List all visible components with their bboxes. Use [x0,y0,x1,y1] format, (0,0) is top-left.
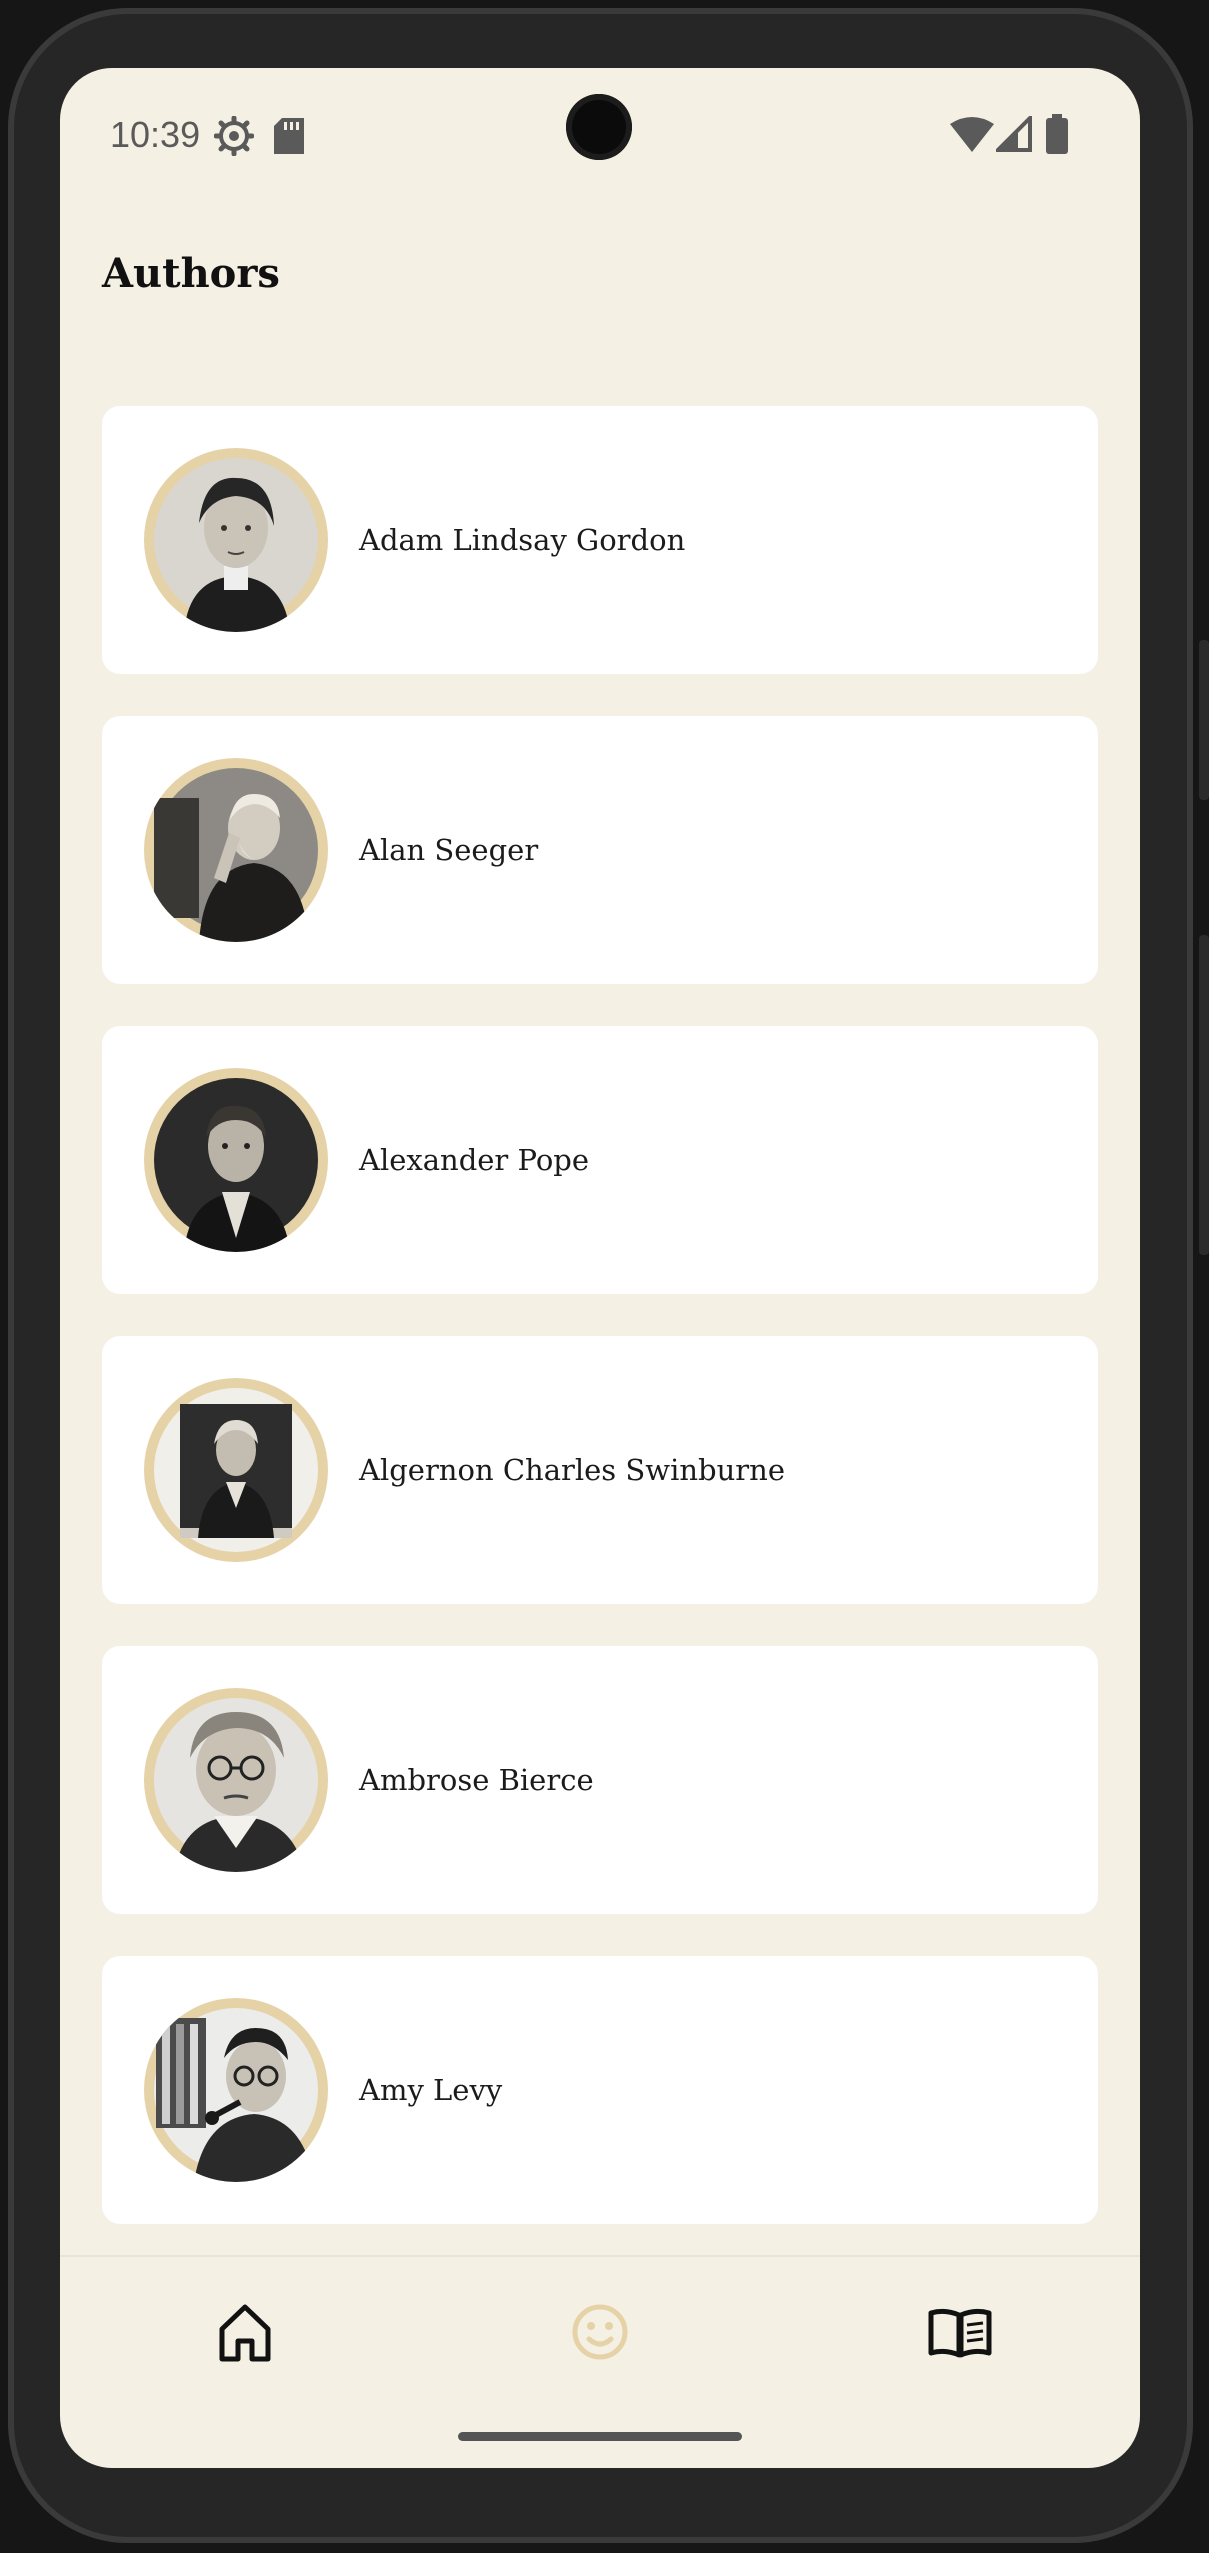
nav-authors-button[interactable] [565,2297,635,2367]
author-portrait [144,1068,328,1252]
nav-books-button[interactable] [925,2297,995,2367]
author-name: Adam Lindsay Gordon [359,523,686,557]
settings-gear-icon [213,115,255,160]
open-book-icon [928,2308,992,2358]
author-card[interactable]: Adam Lindsay Gordon [102,406,1098,674]
author-portrait [144,1688,328,1872]
sd-card-icon [274,118,304,158]
app-screen: 10:39 Authors Adam Lindsay Gordon Alan S… [60,68,1140,2468]
author-list: Adam Lindsay Gordon Alan Seeger Alexande… [102,406,1098,2266]
author-portrait [144,758,328,942]
battery-icon [1046,114,1068,158]
signal-icon [993,113,1032,156]
author-portrait [144,1378,328,1562]
author-name: Amy Levy [359,2073,503,2107]
volume-button [1199,640,1209,800]
nav-home-button[interactable] [210,2297,280,2367]
author-name: Alan Seeger [359,833,539,867]
status-time: 10:39 [110,114,201,155]
page-title: Authors [102,250,280,297]
power-button [1199,935,1209,1255]
status-bar: 10:39 [60,68,1140,198]
author-card[interactable]: Ambrose Bierce [102,1646,1098,1914]
front-camera [566,94,632,160]
home-gesture-bar[interactable] [458,2432,742,2441]
author-name: Algernon Charles Swinburne [359,1453,785,1487]
wifi-icon [950,116,994,156]
home-icon [219,2304,271,2362]
author-name: Ambrose Bierce [359,1763,594,1797]
bottom-navigation [60,2255,1140,2407]
author-card[interactable]: Alan Seeger [102,716,1098,984]
author-portrait [144,1998,328,2182]
author-portrait [144,448,328,632]
author-name: Alexander Pope [359,1143,590,1177]
author-card[interactable]: Algernon Charles Swinburne [102,1336,1098,1604]
smiley-icon [572,2304,628,2360]
author-card[interactable]: Amy Levy [102,1956,1098,2224]
author-card[interactable]: Alexander Pope [102,1026,1098,1294]
device-frame: 10:39 Authors Adam Lindsay Gordon Alan S… [0,0,1209,2553]
